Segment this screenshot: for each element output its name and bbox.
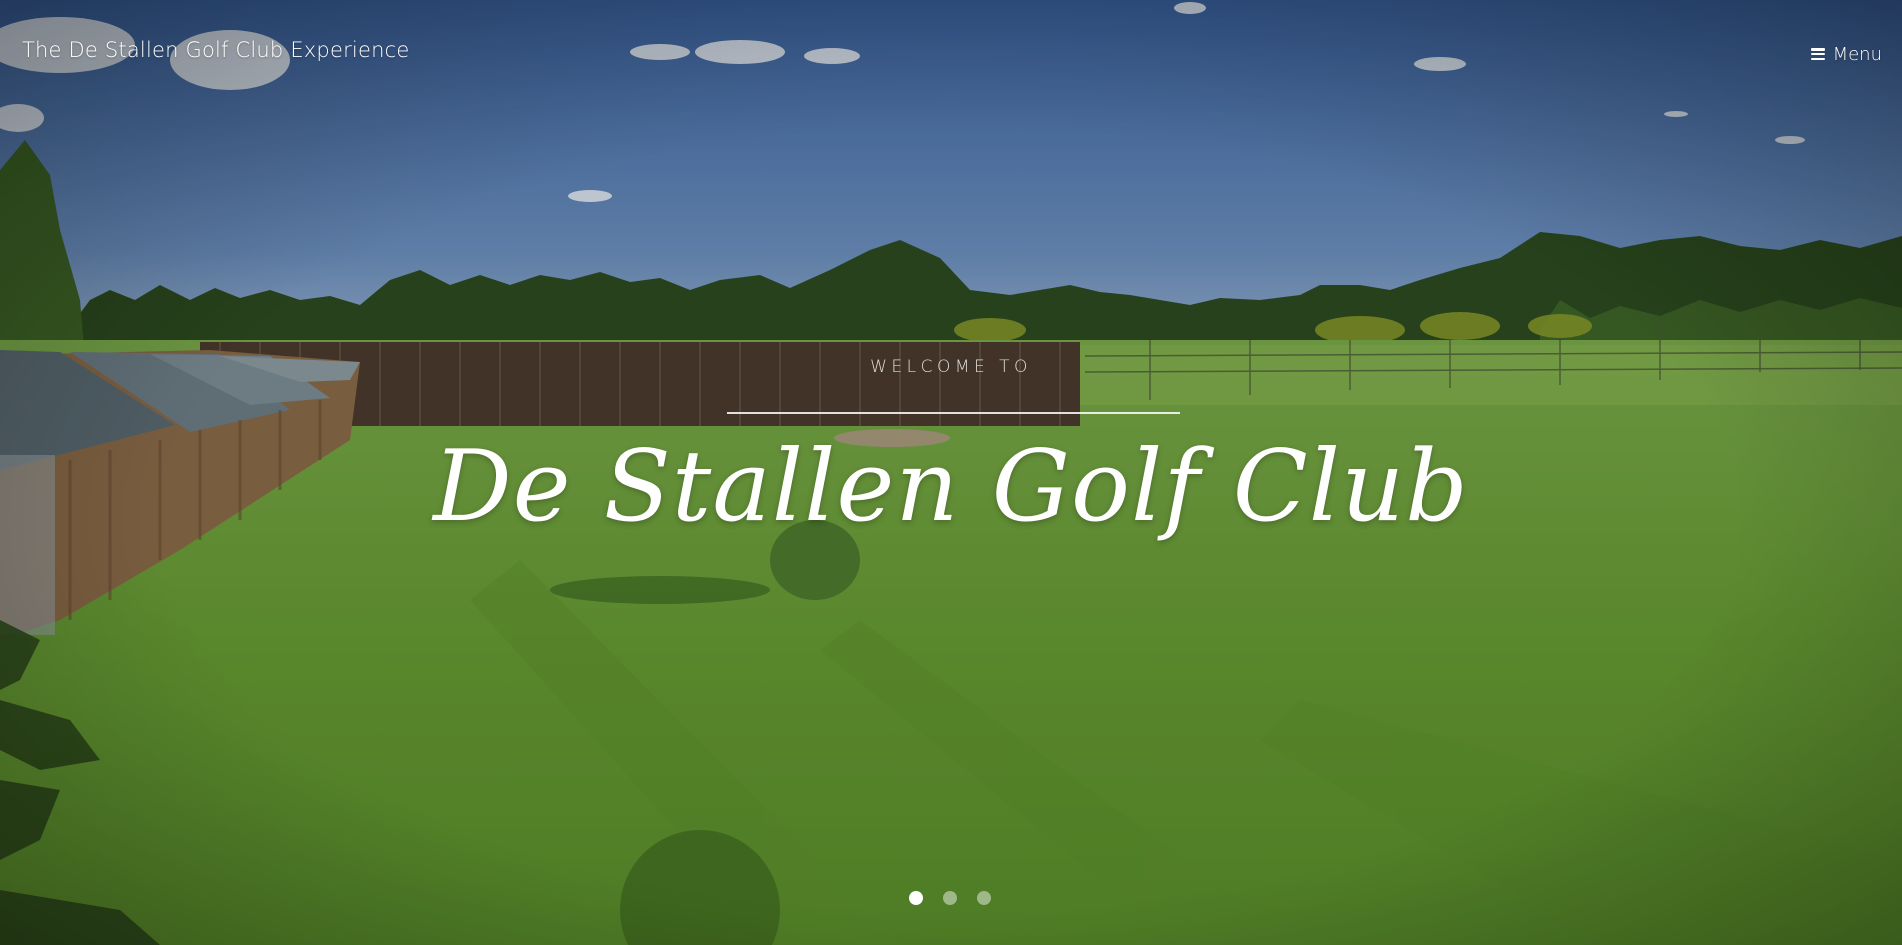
slider-pagination (909, 891, 991, 905)
hamburger-icon (1810, 48, 1825, 60)
welcome-divider (727, 412, 1180, 414)
site-header: The De Stallen Golf Club Experience Menu (0, 0, 1902, 108)
menu-button[interactable]: Menu (1810, 42, 1882, 66)
hero-slider: WELCOME TO De Stallen Golf Club (0, 0, 1902, 945)
slider-dot-1[interactable] (909, 891, 923, 905)
slider-dot-2[interactable] (943, 891, 957, 905)
site-title-link[interactable]: The De Stallen Golf Club Experience (22, 38, 409, 62)
slider-dot-3[interactable] (977, 891, 991, 905)
menu-label: Menu (1832, 43, 1882, 65)
hero-content: WELCOME TO De Stallen Golf Club (0, 0, 1902, 945)
hero-title: De Stallen Golf Club (433, 430, 1469, 544)
welcome-subtitle: WELCOME TO (870, 357, 1032, 377)
